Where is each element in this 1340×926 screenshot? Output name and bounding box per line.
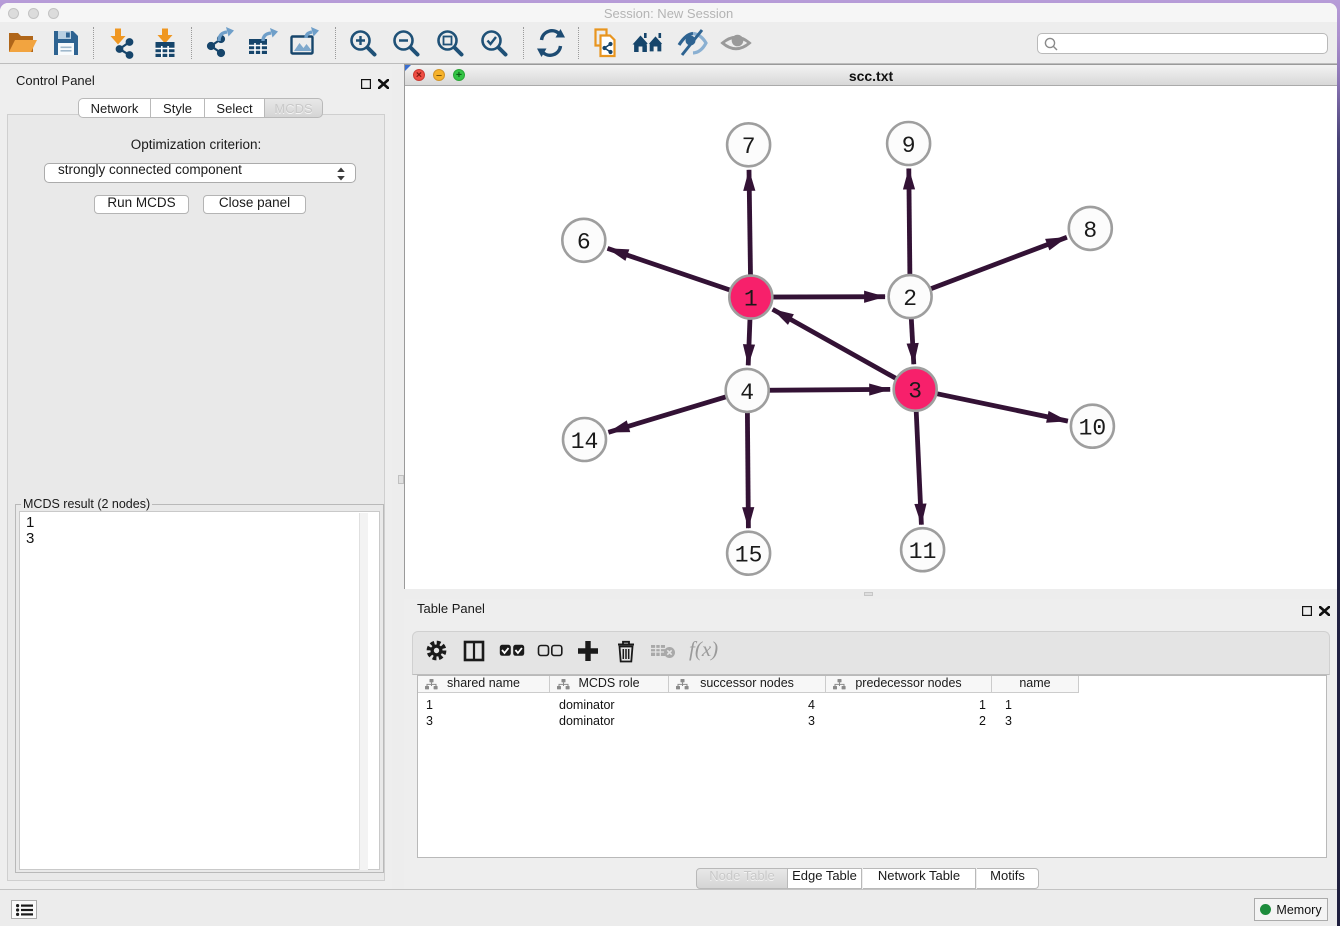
svg-text:1: 1	[744, 287, 758, 313]
svg-text:11: 11	[909, 539, 937, 565]
svg-text:6: 6	[577, 230, 591, 256]
svg-text:10: 10	[1079, 416, 1107, 442]
svg-text:9: 9	[902, 133, 916, 159]
svg-text:4: 4	[740, 380, 754, 406]
svg-text:14: 14	[571, 429, 599, 455]
svg-text:15: 15	[735, 543, 763, 569]
svg-text:8: 8	[1083, 218, 1097, 244]
svg-text:7: 7	[742, 134, 756, 160]
svg-text:3: 3	[908, 379, 922, 405]
svg-text:2: 2	[903, 286, 917, 312]
